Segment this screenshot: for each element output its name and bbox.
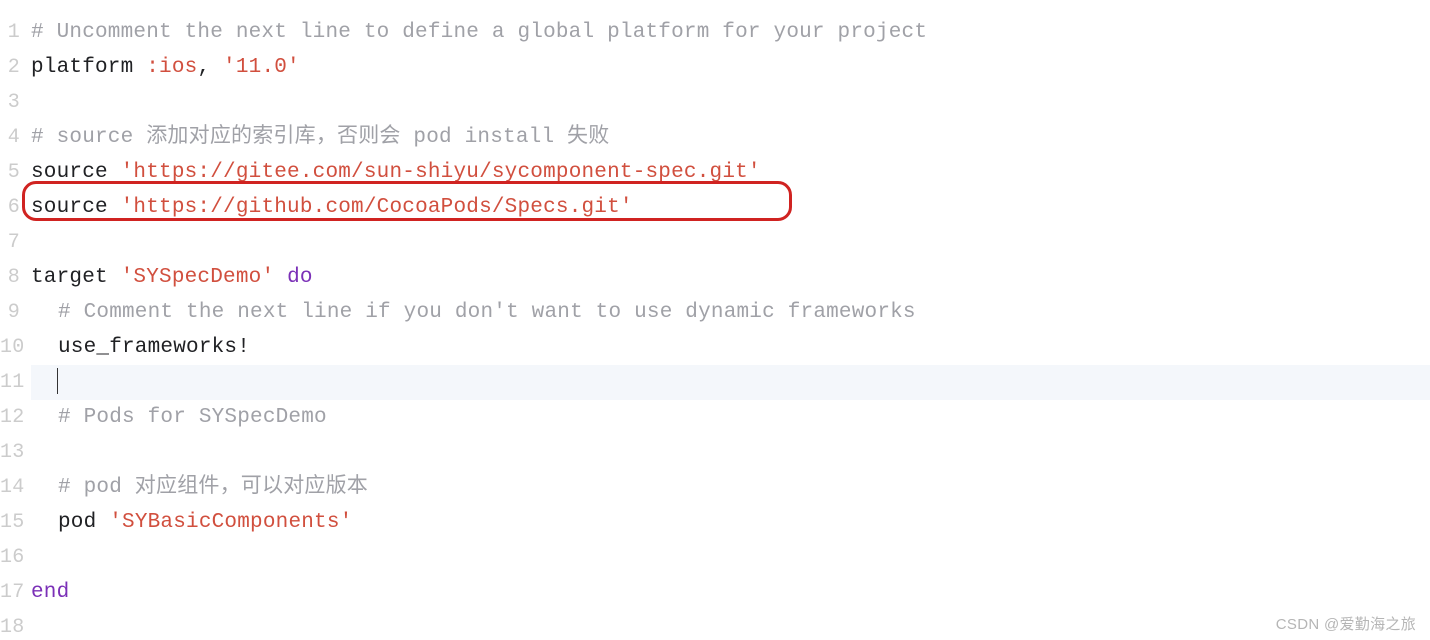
code-token: # Pods for SYSpecDemo <box>58 406 327 429</box>
code-token: '11.0' <box>223 56 300 79</box>
code-token: 'https://gitee.com/sun-shiyu/sycomponent… <box>121 161 761 184</box>
code-token: 'SYBasicComponents' <box>109 511 352 534</box>
code-token: platform <box>31 56 146 79</box>
code-token: end <box>31 581 69 604</box>
code-line[interactable]: end <box>31 575 1430 610</box>
code-token: pod <box>58 511 109 534</box>
code-line[interactable] <box>31 85 1430 120</box>
watermark-text: CSDN @爱勤海之旅 <box>1276 613 1416 634</box>
code-token: # source 添加对应的索引库，否则会 pod install 失败 <box>31 126 609 149</box>
line-number: 8 <box>0 260 20 295</box>
code-line[interactable]: platform :ios, '11.0' <box>31 50 1430 85</box>
code-line[interactable]: # Uncomment the next line to define a gl… <box>31 15 1430 50</box>
line-number-gutter: 123456789101112131415161718 <box>0 0 20 640</box>
line-number: 3 <box>0 85 20 120</box>
code-token: # pod 对应组件，可以对应版本 <box>58 476 368 499</box>
code-token: 'SYSpecDemo' <box>121 266 275 289</box>
code-line[interactable]: use_frameworks! <box>31 330 1430 365</box>
code-line[interactable]: # source 添加对应的索引库，否则会 pod install 失败 <box>31 120 1430 155</box>
code-line[interactable]: # pod 对应组件，可以对应版本 <box>31 470 1430 505</box>
line-number: 18 <box>0 610 20 640</box>
line-number: 17 <box>0 575 20 610</box>
code-token: use_frameworks! <box>58 336 250 359</box>
line-number: 14 <box>0 470 20 505</box>
code-token: , <box>197 56 223 79</box>
text-caret <box>57 368 58 394</box>
code-token <box>274 266 287 289</box>
code-token: 'https://github.com/CocoaPods/Specs.git' <box>121 196 633 219</box>
line-number: 1 <box>0 15 20 50</box>
line-number: 10 <box>0 330 20 365</box>
code-token: source <box>31 196 121 219</box>
line-number: 7 <box>0 225 20 260</box>
code-token: :ios <box>146 56 197 79</box>
line-number: 11 <box>0 365 20 400</box>
code-area[interactable]: # Uncomment the next line to define a gl… <box>31 0 1430 640</box>
code-line[interactable] <box>31 435 1430 470</box>
line-number: 5 <box>0 155 20 190</box>
code-line[interactable]: source 'https://github.com/CocoaPods/Spe… <box>31 190 1430 225</box>
code-line[interactable]: target 'SYSpecDemo' do <box>31 260 1430 295</box>
line-number: 9 <box>0 295 20 330</box>
code-token: source <box>31 161 121 184</box>
code-line[interactable]: pod 'SYBasicComponents' <box>31 505 1430 540</box>
line-number: 2 <box>0 50 20 85</box>
code-token: # Comment the next line if you don't wan… <box>58 301 916 324</box>
code-line[interactable]: source 'https://gitee.com/sun-shiyu/syco… <box>31 155 1430 190</box>
code-token: target <box>31 266 121 289</box>
line-number: 6 <box>0 190 20 225</box>
line-number: 12 <box>0 400 20 435</box>
line-number: 16 <box>0 540 20 575</box>
code-token: # Uncomment the next line to define a gl… <box>31 21 927 44</box>
line-number: 13 <box>0 435 20 470</box>
line-number: 4 <box>0 120 20 155</box>
code-line[interactable] <box>31 225 1430 260</box>
code-token: do <box>287 266 313 289</box>
code-line[interactable]: # Pods for SYSpecDemo <box>31 400 1430 435</box>
code-line[interactable] <box>31 610 1430 640</box>
code-line[interactable] <box>31 540 1430 575</box>
line-number: 15 <box>0 505 20 540</box>
code-line[interactable]: # Comment the next line if you don't wan… <box>31 295 1430 330</box>
code-editor: 123456789101112131415161718 # Uncomment … <box>0 0 1430 640</box>
code-line[interactable] <box>31 365 1430 400</box>
